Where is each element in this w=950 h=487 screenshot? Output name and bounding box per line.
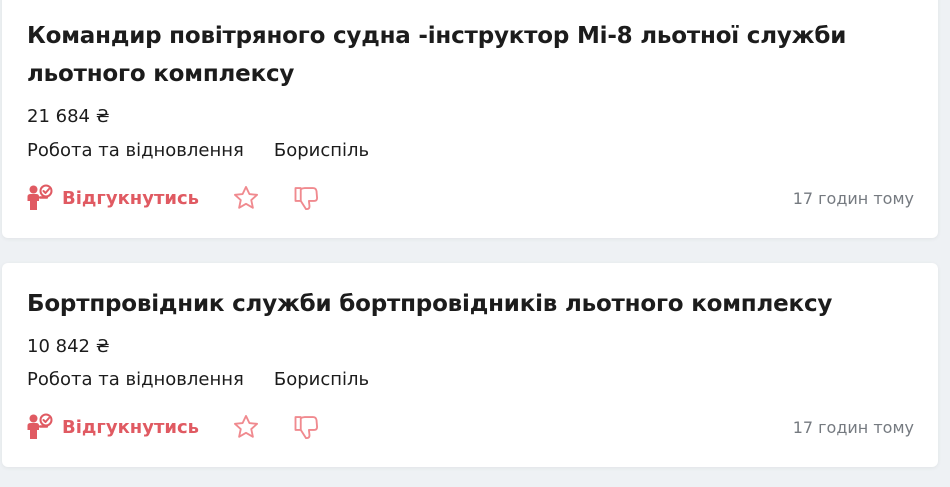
thumbs-down-icon	[294, 187, 319, 211]
vacancy-actions: Відгукнутись 17 годин тому	[26, 182, 914, 214]
apply-button[interactable]: Відгукнутись	[26, 413, 199, 441]
favorite-button[interactable]	[229, 411, 263, 443]
apply-label: Відгукнутись	[62, 416, 200, 438]
vacancy-city: Бориспіль	[273, 140, 370, 161]
favorite-button[interactable]	[229, 182, 263, 214]
vacancy-meta: Робота та відновлення Бориспіль	[27, 369, 369, 390]
apply-button[interactable]: Відгукнутись	[26, 184, 199, 212]
vacancy-category: Робота та відновлення	[27, 140, 244, 161]
person-check-icon	[27, 413, 53, 439]
vacancy-meta: Робота та відновлення Бориспіль	[27, 140, 369, 161]
vacancy-category: Робота та відновлення	[27, 369, 244, 390]
dislike-button[interactable]	[289, 411, 323, 443]
apply-label: Відгукнутись	[62, 187, 200, 209]
star-icon	[234, 414, 259, 438]
vacancy-title[interactable]: Бортпровідник служби бортпровідників льо…	[27, 285, 918, 323]
posted-time: 17 годин тому	[792, 417, 914, 437]
vacancy-card[interactable]: Командир повітряного судна -інструктор М…	[2, 0, 938, 238]
person-check-icon	[27, 184, 53, 210]
vacancy-salary: 21 684 ₴	[27, 106, 110, 127]
vacancy-card[interactable]: Бортпровідник служби бортпровідників льо…	[2, 263, 938, 467]
thumbs-down-icon	[294, 416, 319, 440]
dislike-button[interactable]	[289, 182, 323, 214]
star-icon	[234, 185, 259, 209]
vacancy-actions: Відгукнутись 17 годин тому	[26, 411, 914, 443]
vacancy-title[interactable]: Командир повітряного судна -інструктор М…	[27, 17, 918, 93]
posted-time: 17 годин тому	[792, 188, 914, 208]
vacancy-salary: 10 842 ₴	[27, 336, 110, 357]
vacancy-city: Бориспіль	[273, 369, 370, 390]
